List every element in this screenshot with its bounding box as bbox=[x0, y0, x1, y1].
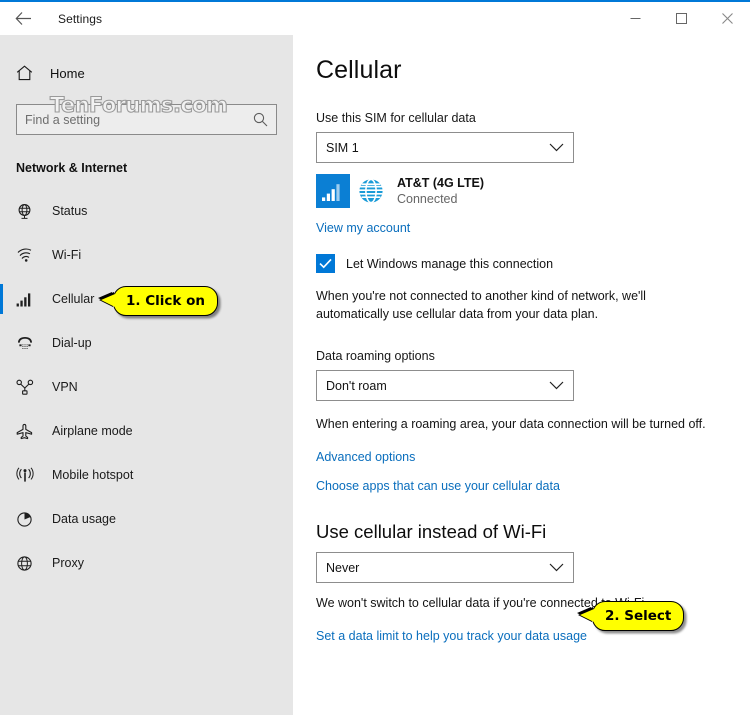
sidebar-item-label: Cellular bbox=[52, 292, 95, 306]
vpn-icon bbox=[16, 379, 46, 395]
minimize-icon bbox=[630, 18, 640, 19]
hotspot-icon bbox=[16, 467, 46, 483]
callout-select: 2. Select bbox=[580, 601, 685, 631]
globe-status-icon bbox=[16, 203, 46, 220]
att-logo-icon bbox=[358, 178, 384, 204]
chevron-down-icon bbox=[549, 563, 564, 572]
cellular-instead-heading: Use cellular instead of Wi-Fi bbox=[316, 521, 547, 542]
advanced-options-link[interactable]: Advanced options bbox=[316, 450, 415, 464]
wifi-icon bbox=[16, 247, 46, 263]
search-placeholder: Find a setting bbox=[25, 112, 101, 127]
sidebar-item-home[interactable]: Home bbox=[0, 58, 293, 88]
page-title: Cellular bbox=[316, 56, 402, 84]
sidebar-item-wifi[interactable]: Wi-Fi bbox=[0, 233, 293, 277]
cellular-instead-dropdown[interactable]: Never bbox=[316, 552, 574, 583]
sidebar-item-mobile-hotspot[interactable]: Mobile hotspot bbox=[0, 453, 293, 497]
settings-window: Settings Home Find a setting TenForums.c… bbox=[0, 0, 750, 715]
title-bar: Settings bbox=[0, 2, 750, 35]
callout-text: 1. Click on bbox=[126, 293, 205, 309]
chevron-down-icon bbox=[549, 143, 564, 152]
sidebar-item-label: Mobile hotspot bbox=[52, 468, 134, 482]
cellular-bars-icon bbox=[16, 292, 46, 307]
chevron-down-icon bbox=[549, 381, 564, 390]
checkmark-icon bbox=[319, 258, 332, 269]
telephone-icon bbox=[16, 335, 46, 351]
sidebar-item-label: VPN bbox=[52, 380, 78, 394]
roaming-label: Data roaming options bbox=[316, 349, 435, 363]
sidebar-item-vpn[interactable]: VPN bbox=[0, 365, 293, 409]
sidebar-item-label: Airplane mode bbox=[52, 424, 133, 438]
minimize-button[interactable] bbox=[612, 2, 658, 35]
sidebar-item-label: Dial-up bbox=[52, 336, 92, 350]
back-arrow-icon bbox=[14, 12, 31, 25]
manage-connection-checkbox[interactable] bbox=[316, 254, 335, 273]
sim-label: Use this SIM for cellular data bbox=[316, 111, 476, 125]
sidebar-item-dialup[interactable]: Dial-up bbox=[0, 321, 293, 365]
airplane-icon bbox=[16, 423, 46, 440]
callout-click-on: 1. Click on bbox=[101, 286, 218, 316]
sidebar-category-title: Network & Internet bbox=[16, 161, 128, 175]
manage-description: When you're not connected to another kin… bbox=[316, 289, 646, 321]
sim-dropdown[interactable]: SIM 1 bbox=[316, 132, 574, 163]
sidebar-item-label: Proxy bbox=[52, 556, 84, 570]
choose-apps-link[interactable]: Choose apps that can use your cellular d… bbox=[316, 479, 560, 493]
sidebar-item-proxy[interactable]: Proxy bbox=[0, 541, 293, 585]
sidebar-item-airplane-mode[interactable]: Airplane mode bbox=[0, 409, 293, 453]
roaming-dropdown-value: Don't roam bbox=[326, 378, 387, 393]
roaming-dropdown[interactable]: Don't roam bbox=[316, 370, 574, 401]
carrier-name: AT&T (4G LTE) bbox=[397, 175, 485, 190]
cellular-instead-value: Never bbox=[326, 560, 360, 575]
roaming-description: When entering a roaming area, your data … bbox=[316, 417, 706, 431]
maximize-button[interactable] bbox=[658, 2, 704, 35]
sidebar-item-label: Data usage bbox=[52, 512, 116, 526]
close-icon bbox=[721, 13, 733, 24]
carrier-info: AT&T (4G LTE) Connected bbox=[397, 175, 484, 208]
callout-tail bbox=[101, 294, 115, 307]
manage-connection-row[interactable]: Let Windows manage this connection bbox=[316, 254, 730, 273]
sidebar-item-status[interactable]: Status bbox=[0, 189, 293, 233]
data-limit-link[interactable]: Set a data limit to help you track your … bbox=[316, 629, 587, 643]
manage-connection-label: Let Windows manage this connection bbox=[346, 256, 554, 271]
home-icon bbox=[16, 65, 46, 81]
sidebar-nav: Status Wi-Fi Cellular Dial-up VPN Airpla… bbox=[0, 189, 293, 585]
pie-chart-icon bbox=[16, 511, 46, 528]
carrier-row: AT&T (4G LTE) Connected bbox=[316, 174, 730, 208]
signal-strength-icon bbox=[316, 174, 350, 208]
sidebar-item-data-usage[interactable]: Data usage bbox=[0, 497, 293, 541]
callout-text: 2. Select bbox=[605, 608, 672, 624]
search-input[interactable]: Find a setting bbox=[16, 104, 277, 135]
window-title: Settings bbox=[58, 11, 103, 26]
sidebar-item-label: Wi-Fi bbox=[52, 248, 82, 262]
sim-dropdown-value: SIM 1 bbox=[326, 140, 359, 155]
carrier-status: Connected bbox=[397, 192, 458, 206]
globe-icon bbox=[16, 555, 46, 572]
back-button[interactable] bbox=[0, 2, 46, 35]
sidebar-item-label: Status bbox=[52, 204, 88, 218]
sidebar: Home Find a setting TenForums.com Networ… bbox=[0, 35, 293, 715]
callout-tail bbox=[580, 609, 594, 622]
search-icon bbox=[253, 112, 268, 127]
view-account-link[interactable]: View my account bbox=[316, 221, 410, 235]
close-button[interactable] bbox=[704, 2, 750, 35]
maximize-icon bbox=[675, 13, 687, 24]
window-controls bbox=[612, 2, 750, 35]
sidebar-home-label: Home bbox=[50, 65, 85, 81]
search-area: Find a setting TenForums.com bbox=[16, 92, 277, 135]
